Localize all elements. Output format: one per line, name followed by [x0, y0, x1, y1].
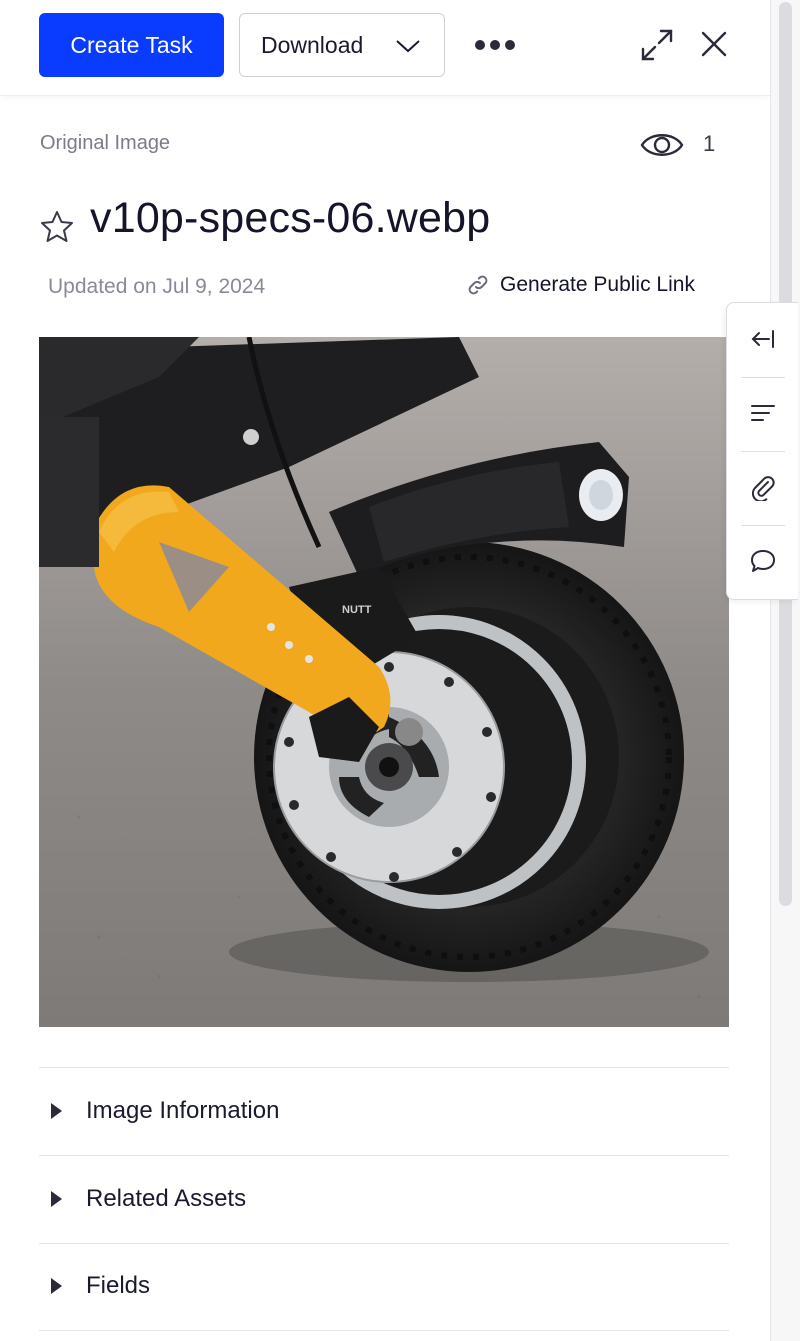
view-count: 1 — [703, 131, 716, 156]
section-divider — [39, 1330, 729, 1331]
section-image-information[interactable]: Image Information — [39, 1068, 729, 1154]
download-button[interactable]: Download — [239, 13, 445, 77]
eye-icon — [640, 134, 684, 156]
section-label: Fields — [86, 1272, 151, 1299]
section-fields[interactable]: Fields — [39, 1243, 729, 1329]
section-label: Related Assets — [86, 1185, 247, 1212]
star-icon[interactable] — [40, 210, 74, 244]
svg-text:NUTT: NUTT — [342, 604, 372, 616]
collapse-left-icon — [751, 330, 774, 348]
section-label: Image Information — [86, 1097, 280, 1124]
attachments-tab-button[interactable] — [727, 451, 799, 523]
comments-tab-button[interactable] — [727, 525, 799, 597]
chevron-down-icon — [396, 40, 420, 53]
section-related-assets[interactable]: Related Assets — [39, 1156, 729, 1242]
more-options-icon[interactable] — [474, 34, 516, 56]
paperclip-icon — [751, 476, 775, 501]
caret-right-icon — [51, 1103, 62, 1119]
caret-right-icon — [51, 1278, 62, 1294]
asset-title: v10p-specs-06.webp — [90, 194, 491, 242]
create-task-button[interactable]: Create Task — [39, 13, 224, 77]
comment-icon — [751, 550, 775, 572]
scooter-wheel-illustration: NUTT — [39, 337, 729, 1027]
asset-type-label: Original Image — [40, 132, 171, 154]
caret-right-icon — [51, 1191, 62, 1207]
close-icon[interactable] — [701, 31, 727, 57]
text-lines-icon — [751, 405, 775, 421]
asset-preview-image[interactable]: NUTT — [39, 337, 729, 1027]
side-panel-rail — [726, 302, 798, 600]
updated-date: Updated on Jul 9, 2024 — [48, 275, 266, 298]
expand-icon[interactable] — [641, 29, 673, 61]
details-tab-button[interactable] — [727, 377, 799, 449]
collapse-panel-button[interactable] — [727, 303, 799, 375]
top-toolbar: Create Task Download — [0, 0, 770, 96]
public-link-label: Generate Public Link — [500, 273, 695, 296]
download-label: Download — [261, 31, 364, 58]
generate-public-link[interactable]: Generate Public Link — [466, 273, 695, 297]
link-icon — [468, 275, 488, 295]
